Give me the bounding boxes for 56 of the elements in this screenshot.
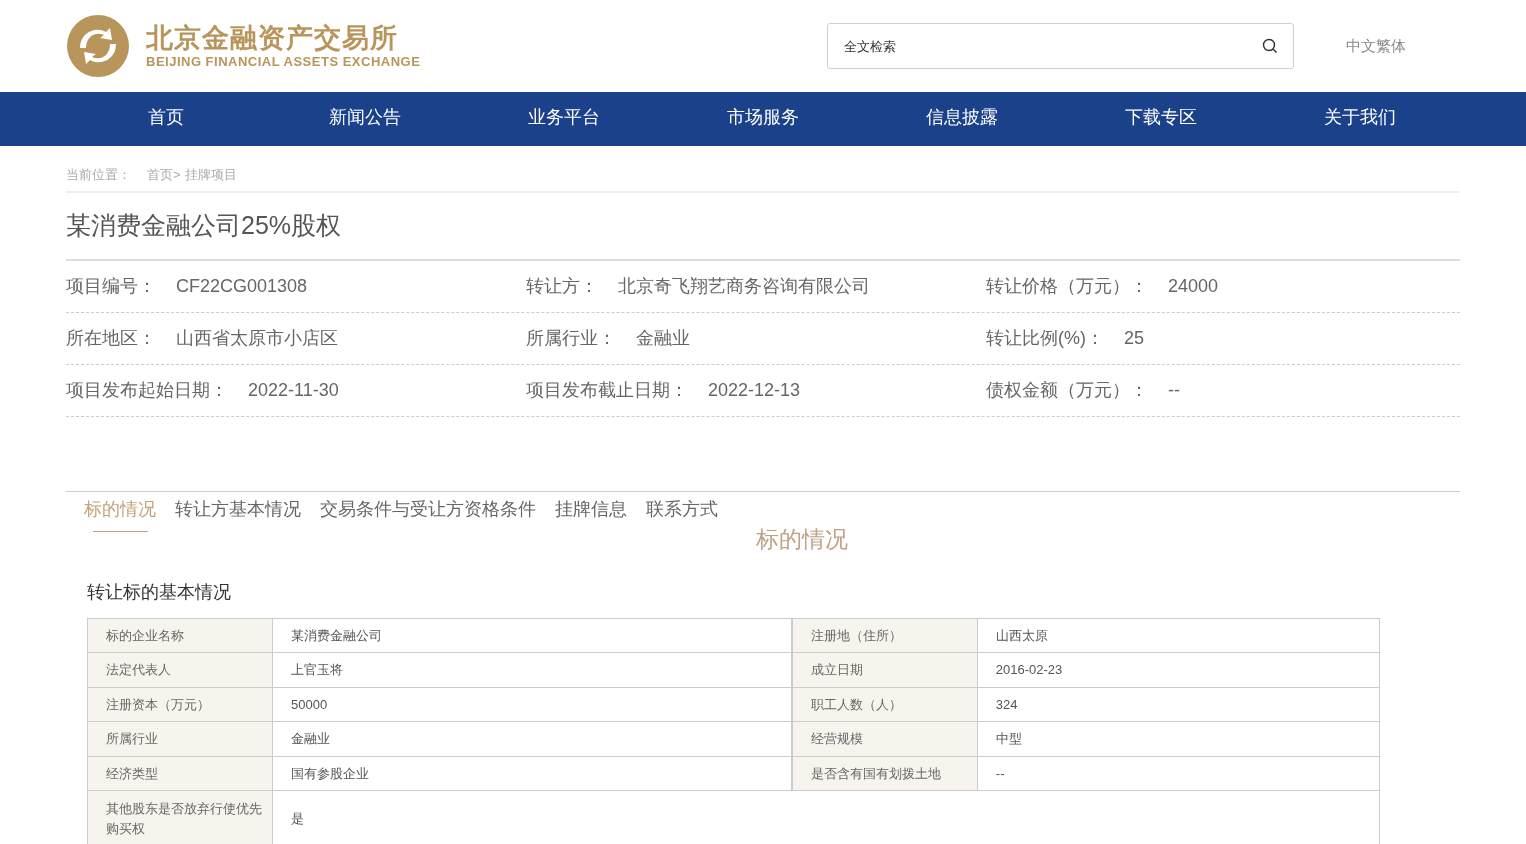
breadcrumb-label: 当前位置： <box>66 165 131 184</box>
table-label-cell: 所属行业 <box>87 721 273 756</box>
logo-icon <box>66 14 130 78</box>
table-label-cell: 注册资本（万元） <box>87 687 273 722</box>
field-value: 山西省太原市小店区 <box>176 327 338 350</box>
field-value: 2022-11-30 <box>248 379 339 402</box>
field-value: -- <box>1168 379 1180 402</box>
nav-link[interactable]: 下载专区 <box>1061 92 1261 143</box>
field-value: 2022-12-13 <box>708 379 801 402</box>
table-label-cell: 其他股东是否放弃行使优先购买权 <box>87 790 273 844</box>
table-label-cell: 职工人数（人） <box>792 687 978 722</box>
nav-link[interactable]: 信息披露 <box>862 92 1062 143</box>
table-label-cell: 经济类型 <box>87 756 273 791</box>
field-value: CF22CG001308 <box>176 275 308 298</box>
nav-link[interactable]: 首页 <box>66 92 266 143</box>
field-label: 项目编号： <box>66 275 156 298</box>
field-label: 所在地区： <box>66 327 156 350</box>
table-label-cell: 法定代表人 <box>87 652 273 687</box>
table-label-cell: 标的企业名称 <box>87 618 273 653</box>
tab[interactable]: 联系方式 <box>646 492 718 531</box>
field-label: 项目发布截止日期： <box>526 379 688 402</box>
tab[interactable]: 转让方基本情况 <box>175 492 301 531</box>
field-value: 金融业 <box>636 327 690 350</box>
nav-link[interactable]: 市场服务 <box>663 92 863 143</box>
tab[interactable]: 交易条件与受让方资格条件 <box>320 492 536 531</box>
page-title: 某消费金融公司25%股权 <box>66 210 342 242</box>
table-cell: 324 <box>977 687 1380 722</box>
field-label: 转让价格（万元）： <box>986 275 1148 298</box>
table-cell: 2016-02-23 <box>977 652 1380 687</box>
language-link[interactable]: 中文繁体 <box>1346 34 1406 58</box>
logo-subtitle: BEIJING FINANCIAL ASSETS EXCHANGE <box>146 54 421 70</box>
nav-link[interactable]: 新闻公告 <box>265 92 465 143</box>
table-cell: 某消费金融公司 <box>272 618 793 653</box>
field-label: 债权金额（万元）： <box>986 379 1148 402</box>
field-label: 转让比例(%)： <box>986 327 1104 350</box>
table-label-cell: 经营规模 <box>792 721 978 756</box>
tab[interactable]: 挂牌信息 <box>555 492 627 531</box>
field-value: 24000 <box>1168 275 1219 298</box>
search-icon[interactable] <box>1262 38 1278 54</box>
field-label: 所属行业： <box>526 327 616 350</box>
field-value: 北京奇飞翔艺商务咨询有限公司 <box>618 275 870 298</box>
nav-link[interactable]: 关于我们 <box>1260 92 1460 143</box>
table-cell: -- <box>977 756 1380 791</box>
section-title: 标的情况 <box>756 525 848 554</box>
table-cell: 中型 <box>977 721 1380 756</box>
logo-title: 北京金融资产交易所 <box>146 22 399 54</box>
field-label: 转让方： <box>526 275 598 298</box>
search-field[interactable]: 全文检索 <box>827 23 1294 69</box>
table-label-cell: 注册地（住所） <box>792 618 978 653</box>
field-label: 项目发布起始日期： <box>66 379 228 402</box>
subsection-title: 转让标的基本情况 <box>87 580 232 604</box>
nav-link[interactable]: 业务平台 <box>464 92 664 143</box>
table-label-cell: 是否含有国有划拨土地 <box>792 756 978 791</box>
table-label-cell: 成立日期 <box>792 652 978 687</box>
table-cell: 山西太原 <box>977 618 1380 653</box>
field-value: 25 <box>1124 327 1145 350</box>
